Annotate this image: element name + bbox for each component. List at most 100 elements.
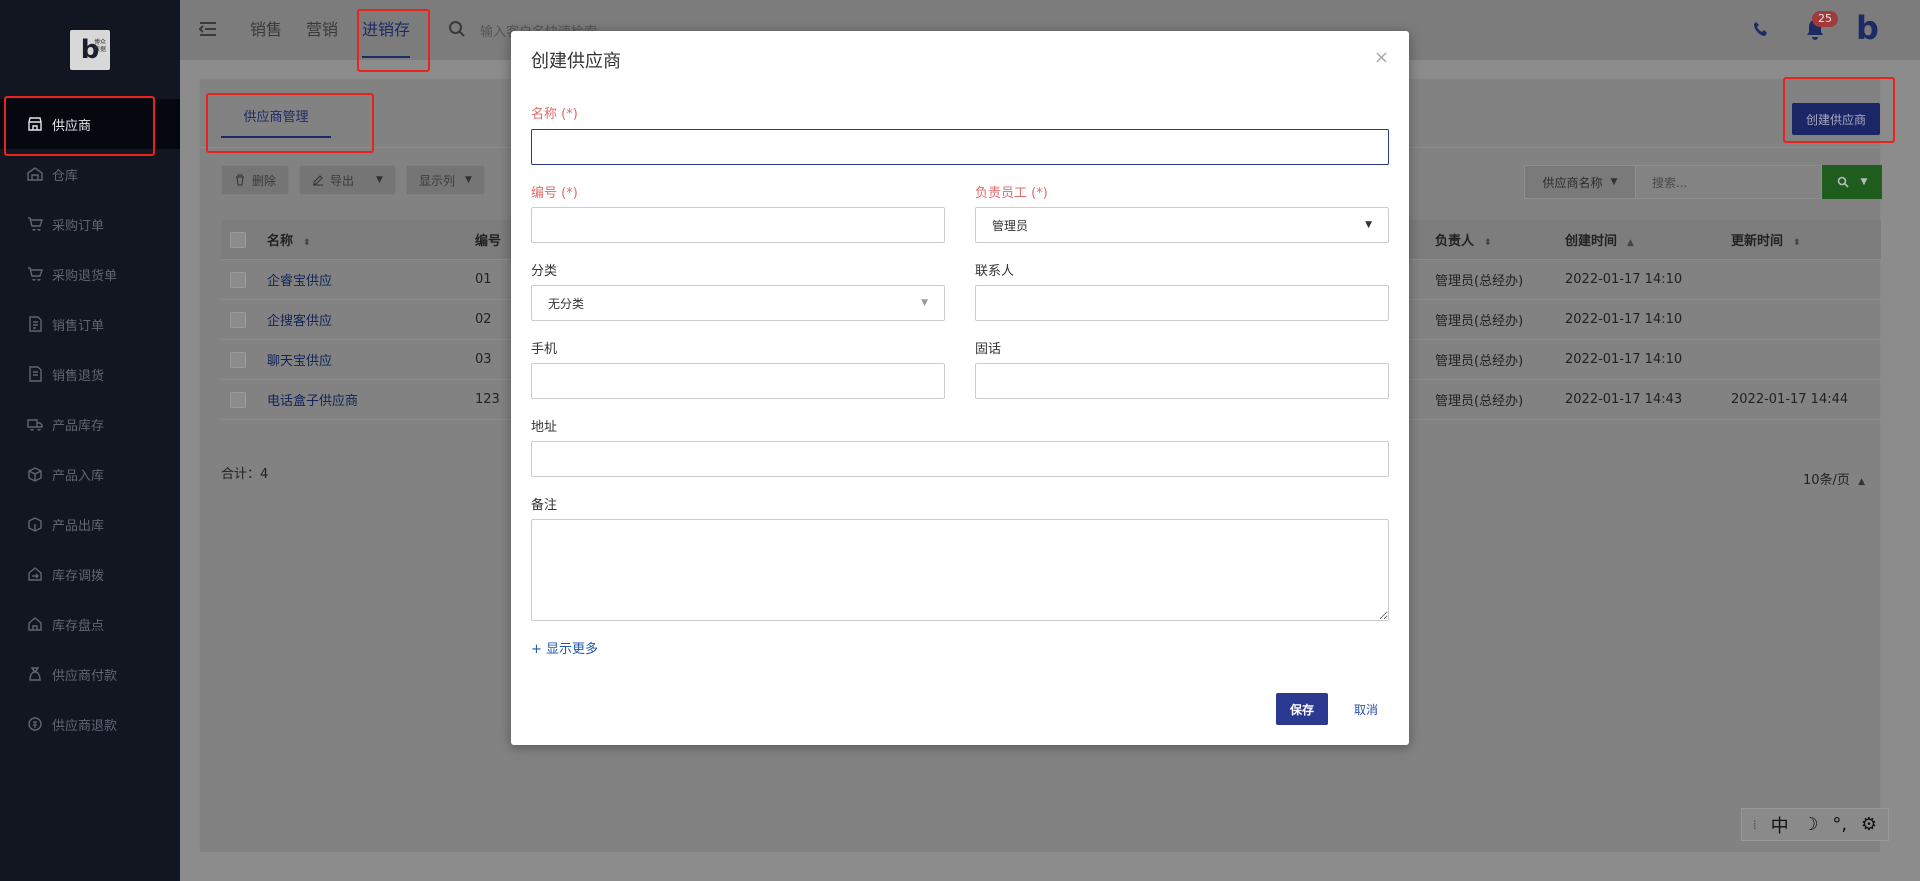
row-checkbox[interactable] bbox=[230, 271, 246, 288]
truck-icon bbox=[26, 416, 44, 432]
sidebar-item-3[interactable]: 采购退货单 bbox=[0, 249, 180, 299]
sidebar-item-4[interactable]: 销售订单 bbox=[0, 299, 180, 349]
ime-punctuation-toggle[interactable]: °, bbox=[1832, 814, 1847, 835]
name-input[interactable] bbox=[531, 129, 1389, 165]
owner-label: 负责员工 (*) bbox=[975, 186, 1048, 201]
address-label: 地址 bbox=[531, 420, 558, 435]
export-label: 导出 bbox=[330, 173, 355, 188]
select-all-checkbox[interactable] bbox=[230, 231, 246, 248]
sidebar-item-11[interactable]: 供应商付款 bbox=[0, 649, 180, 699]
show-more-link[interactable]: + 显示更多 bbox=[531, 638, 598, 657]
export-button[interactable]: 导出 ▼ bbox=[299, 165, 396, 195]
sidebar-item-8[interactable]: 产品出库 bbox=[0, 499, 180, 549]
supplier-name-link[interactable]: 聊天宝供应 bbox=[267, 350, 475, 369]
supplier-name-link[interactable]: 企睿宝供应 bbox=[267, 270, 475, 289]
category-label: 分类 bbox=[531, 264, 558, 279]
row-checkbox[interactable] bbox=[230, 351, 246, 368]
owner-value: 管理员 bbox=[992, 218, 1029, 233]
topnav-marketing[interactable]: 营销 bbox=[306, 0, 338, 60]
supplier-owner: 管理员(总经办) bbox=[1435, 354, 1524, 369]
sidebar-item-label: 库存盘点 bbox=[52, 618, 105, 634]
supplier-updated: 2022-01-17 14:44 bbox=[1731, 392, 1849, 407]
code-input[interactable] bbox=[531, 207, 945, 243]
supplier-owner: 管理员(总经办) bbox=[1435, 394, 1524, 409]
header-created[interactable]: 创建时间 ▲ bbox=[1565, 230, 1731, 249]
sidebar-item-5[interactable]: 销售退货 bbox=[0, 349, 180, 399]
warehouse-icon bbox=[26, 166, 44, 182]
chevron-down-icon: ▼ bbox=[464, 175, 472, 185]
sidebar-item-label: 库存调拨 bbox=[52, 568, 105, 584]
box-out-icon bbox=[26, 516, 44, 532]
columns-button[interactable]: 显示列 ▼ bbox=[405, 165, 485, 195]
sidebar-item-9[interactable]: 库存调拨 bbox=[0, 549, 180, 599]
moon-icon[interactable]: ☽ bbox=[1802, 814, 1818, 835]
phone-icon[interactable] bbox=[1752, 20, 1770, 38]
chevron-down-icon[interactable]: ▼ bbox=[1861, 177, 1868, 187]
supplier-name-link[interactable]: 电话盒子供应商 bbox=[267, 390, 475, 409]
delete-label: 删除 bbox=[252, 173, 277, 188]
transfer-icon bbox=[26, 566, 44, 582]
ime-language-toggle[interactable]: 中 bbox=[1771, 812, 1789, 838]
header-name[interactable]: 名称 ⬍ bbox=[267, 230, 475, 249]
close-icon[interactable]: × bbox=[1374, 47, 1389, 68]
sidebar-item-7[interactable]: 产品入库 bbox=[0, 449, 180, 499]
sidebar-item-label: 产品库存 bbox=[52, 418, 105, 434]
sidebar-item-1[interactable]: 仓库 bbox=[0, 149, 180, 199]
address-input[interactable] bbox=[531, 441, 1389, 477]
code-label: 编号 (*) bbox=[531, 186, 578, 201]
search-field-select[interactable]: 供应商名称 ▼ bbox=[1524, 165, 1636, 199]
category-value: 无分类 bbox=[548, 296, 585, 311]
sidebar-item-0[interactable]: 供应商 bbox=[0, 99, 180, 149]
ime-handle-icon[interactable]: ⁞ bbox=[1753, 818, 1757, 832]
chevron-down-icon: ▼ bbox=[921, 298, 928, 308]
topnav-sales[interactable]: 销售 bbox=[250, 0, 282, 60]
cart-icon bbox=[26, 216, 44, 232]
document-icon bbox=[26, 316, 44, 332]
box-in-icon bbox=[26, 466, 44, 482]
sort-asc-icon: ▲ bbox=[1627, 238, 1634, 248]
topnav-inventory[interactable]: 进销存 bbox=[362, 0, 411, 60]
notification-badge: 25 bbox=[1812, 11, 1838, 27]
remark-textarea[interactable] bbox=[531, 519, 1389, 621]
app-logo[interactable]: b 博众数据 bbox=[70, 30, 110, 70]
user-avatar[interactable]: b bbox=[1856, 12, 1879, 44]
search-icon bbox=[1837, 176, 1849, 188]
header-updated[interactable]: 更新时间 ⬍ bbox=[1731, 230, 1881, 249]
row-checkbox[interactable] bbox=[230, 391, 246, 408]
supplier-name-link[interactable]: 企搜客供应 bbox=[267, 310, 475, 329]
sidebar-item-label: 产品出库 bbox=[52, 518, 105, 534]
owner-select[interactable]: 管理员 ▼ bbox=[975, 207, 1389, 243]
logo-subtitle: 博众数据 bbox=[94, 39, 107, 54]
table-search: 供应商名称 ▼ 搜索... ▼ bbox=[1524, 165, 1882, 199]
create-supplier-button[interactable]: 创建供应商 bbox=[1792, 103, 1880, 135]
header-owner[interactable]: 负责人 ⬍ bbox=[1435, 230, 1565, 249]
row-checkbox[interactable] bbox=[230, 311, 246, 328]
sidebar-item-label: 供应商付款 bbox=[52, 668, 118, 684]
page-size-select[interactable]: 10条/页 ▲ bbox=[1803, 469, 1865, 488]
delete-button[interactable]: 删除 bbox=[221, 165, 290, 195]
gear-icon[interactable]: ⚙ bbox=[1861, 814, 1877, 835]
sidebar-item-2[interactable]: 采购订单 bbox=[0, 199, 180, 249]
sidebar-item-6[interactable]: 产品库存 bbox=[0, 399, 180, 449]
mobile-input[interactable] bbox=[531, 363, 945, 399]
cancel-button[interactable]: 取消 bbox=[1341, 693, 1391, 725]
sidebar-nav: 供应商 仓库 采购订单 采购退货单 销售订单 销售退货产品库存产品入库产品出库库存调拨库存… bbox=[0, 99, 180, 749]
menu-toggle-icon[interactable] bbox=[198, 20, 218, 38]
sidebar-item-10[interactable]: 库存盘点 bbox=[0, 599, 180, 649]
contact-input[interactable] bbox=[975, 285, 1389, 321]
columns-label: 显示列 bbox=[418, 173, 455, 188]
table-search-input[interactable]: 搜索... bbox=[1636, 165, 1822, 199]
sidebar-item-12[interactable]: 供应商退款 bbox=[0, 699, 180, 749]
search-icon bbox=[449, 21, 465, 37]
money-bag-icon bbox=[26, 666, 44, 682]
save-button[interactable]: 保存 bbox=[1276, 693, 1328, 725]
trash-icon bbox=[236, 174, 244, 186]
tab-supplier-management[interactable]: 供应商管理 bbox=[221, 106, 331, 138]
chevron-down-icon: ▼ bbox=[376, 175, 383, 185]
top-nav: 销售 营销 进销存 bbox=[250, 0, 434, 60]
landline-input[interactable] bbox=[975, 363, 1389, 399]
search-submit-button[interactable]: ▼ bbox=[1822, 165, 1882, 199]
inventory-icon bbox=[26, 616, 44, 632]
category-select[interactable]: 无分类 ▼ bbox=[531, 285, 945, 321]
mobile-label: 手机 bbox=[531, 342, 558, 357]
